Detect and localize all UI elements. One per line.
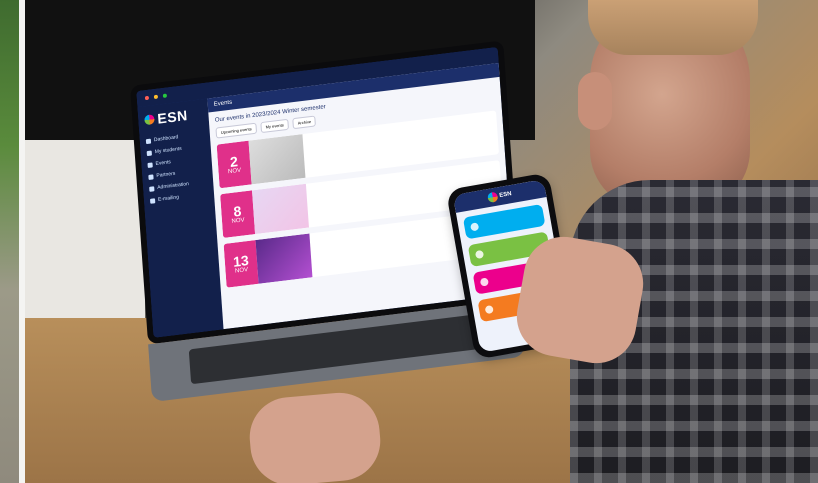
sidebar-nav: Dashboard My students Events Partners Ad… xyxy=(145,131,208,204)
square-icon xyxy=(146,150,152,156)
square-icon xyxy=(149,185,155,192)
event-date: 8 NOV xyxy=(220,190,256,239)
event-image xyxy=(255,233,313,284)
person xyxy=(570,0,818,483)
photo: ESN Dashboard My students Events Partner… xyxy=(0,0,818,483)
left-strip-photo xyxy=(0,0,19,483)
sidebar-item[interactable]: Administration xyxy=(149,179,207,192)
square-icon xyxy=(145,138,152,144)
event-image xyxy=(248,134,306,185)
esn-star-icon xyxy=(486,191,499,204)
sidebar-item[interactable]: My students xyxy=(146,143,205,156)
square-icon xyxy=(149,197,156,204)
sidebar-item[interactable]: E-mailing xyxy=(149,191,208,204)
square-icon xyxy=(147,161,153,168)
wall xyxy=(25,140,145,320)
window-control-icon xyxy=(153,94,159,100)
tab[interactable]: My events xyxy=(260,118,290,134)
event-image xyxy=(252,183,309,235)
brand: ESN xyxy=(144,105,203,128)
event-date: 2 NOV xyxy=(216,140,252,189)
left-hand xyxy=(246,389,384,483)
event-date: 13 NOV xyxy=(223,240,259,288)
ear xyxy=(578,72,612,130)
window-control-icon xyxy=(162,93,168,98)
esn-star-icon xyxy=(144,114,155,126)
sidebar-item[interactable]: Events xyxy=(147,155,205,168)
tab[interactable]: Archive xyxy=(292,115,317,130)
phone-brand: ESN xyxy=(498,191,513,200)
sidebar-item[interactable]: Dashboard xyxy=(145,131,204,144)
app-icon xyxy=(484,304,494,315)
sidebar-item[interactable]: Partners xyxy=(148,167,206,180)
brand-label: ESN xyxy=(156,107,189,127)
check-icon xyxy=(470,222,480,232)
window-control-icon xyxy=(144,95,150,101)
tab[interactable]: Upcoming events xyxy=(215,122,258,139)
app-icon xyxy=(474,249,485,260)
square-icon xyxy=(148,173,154,180)
hair xyxy=(588,0,758,55)
app-icon xyxy=(479,277,489,287)
